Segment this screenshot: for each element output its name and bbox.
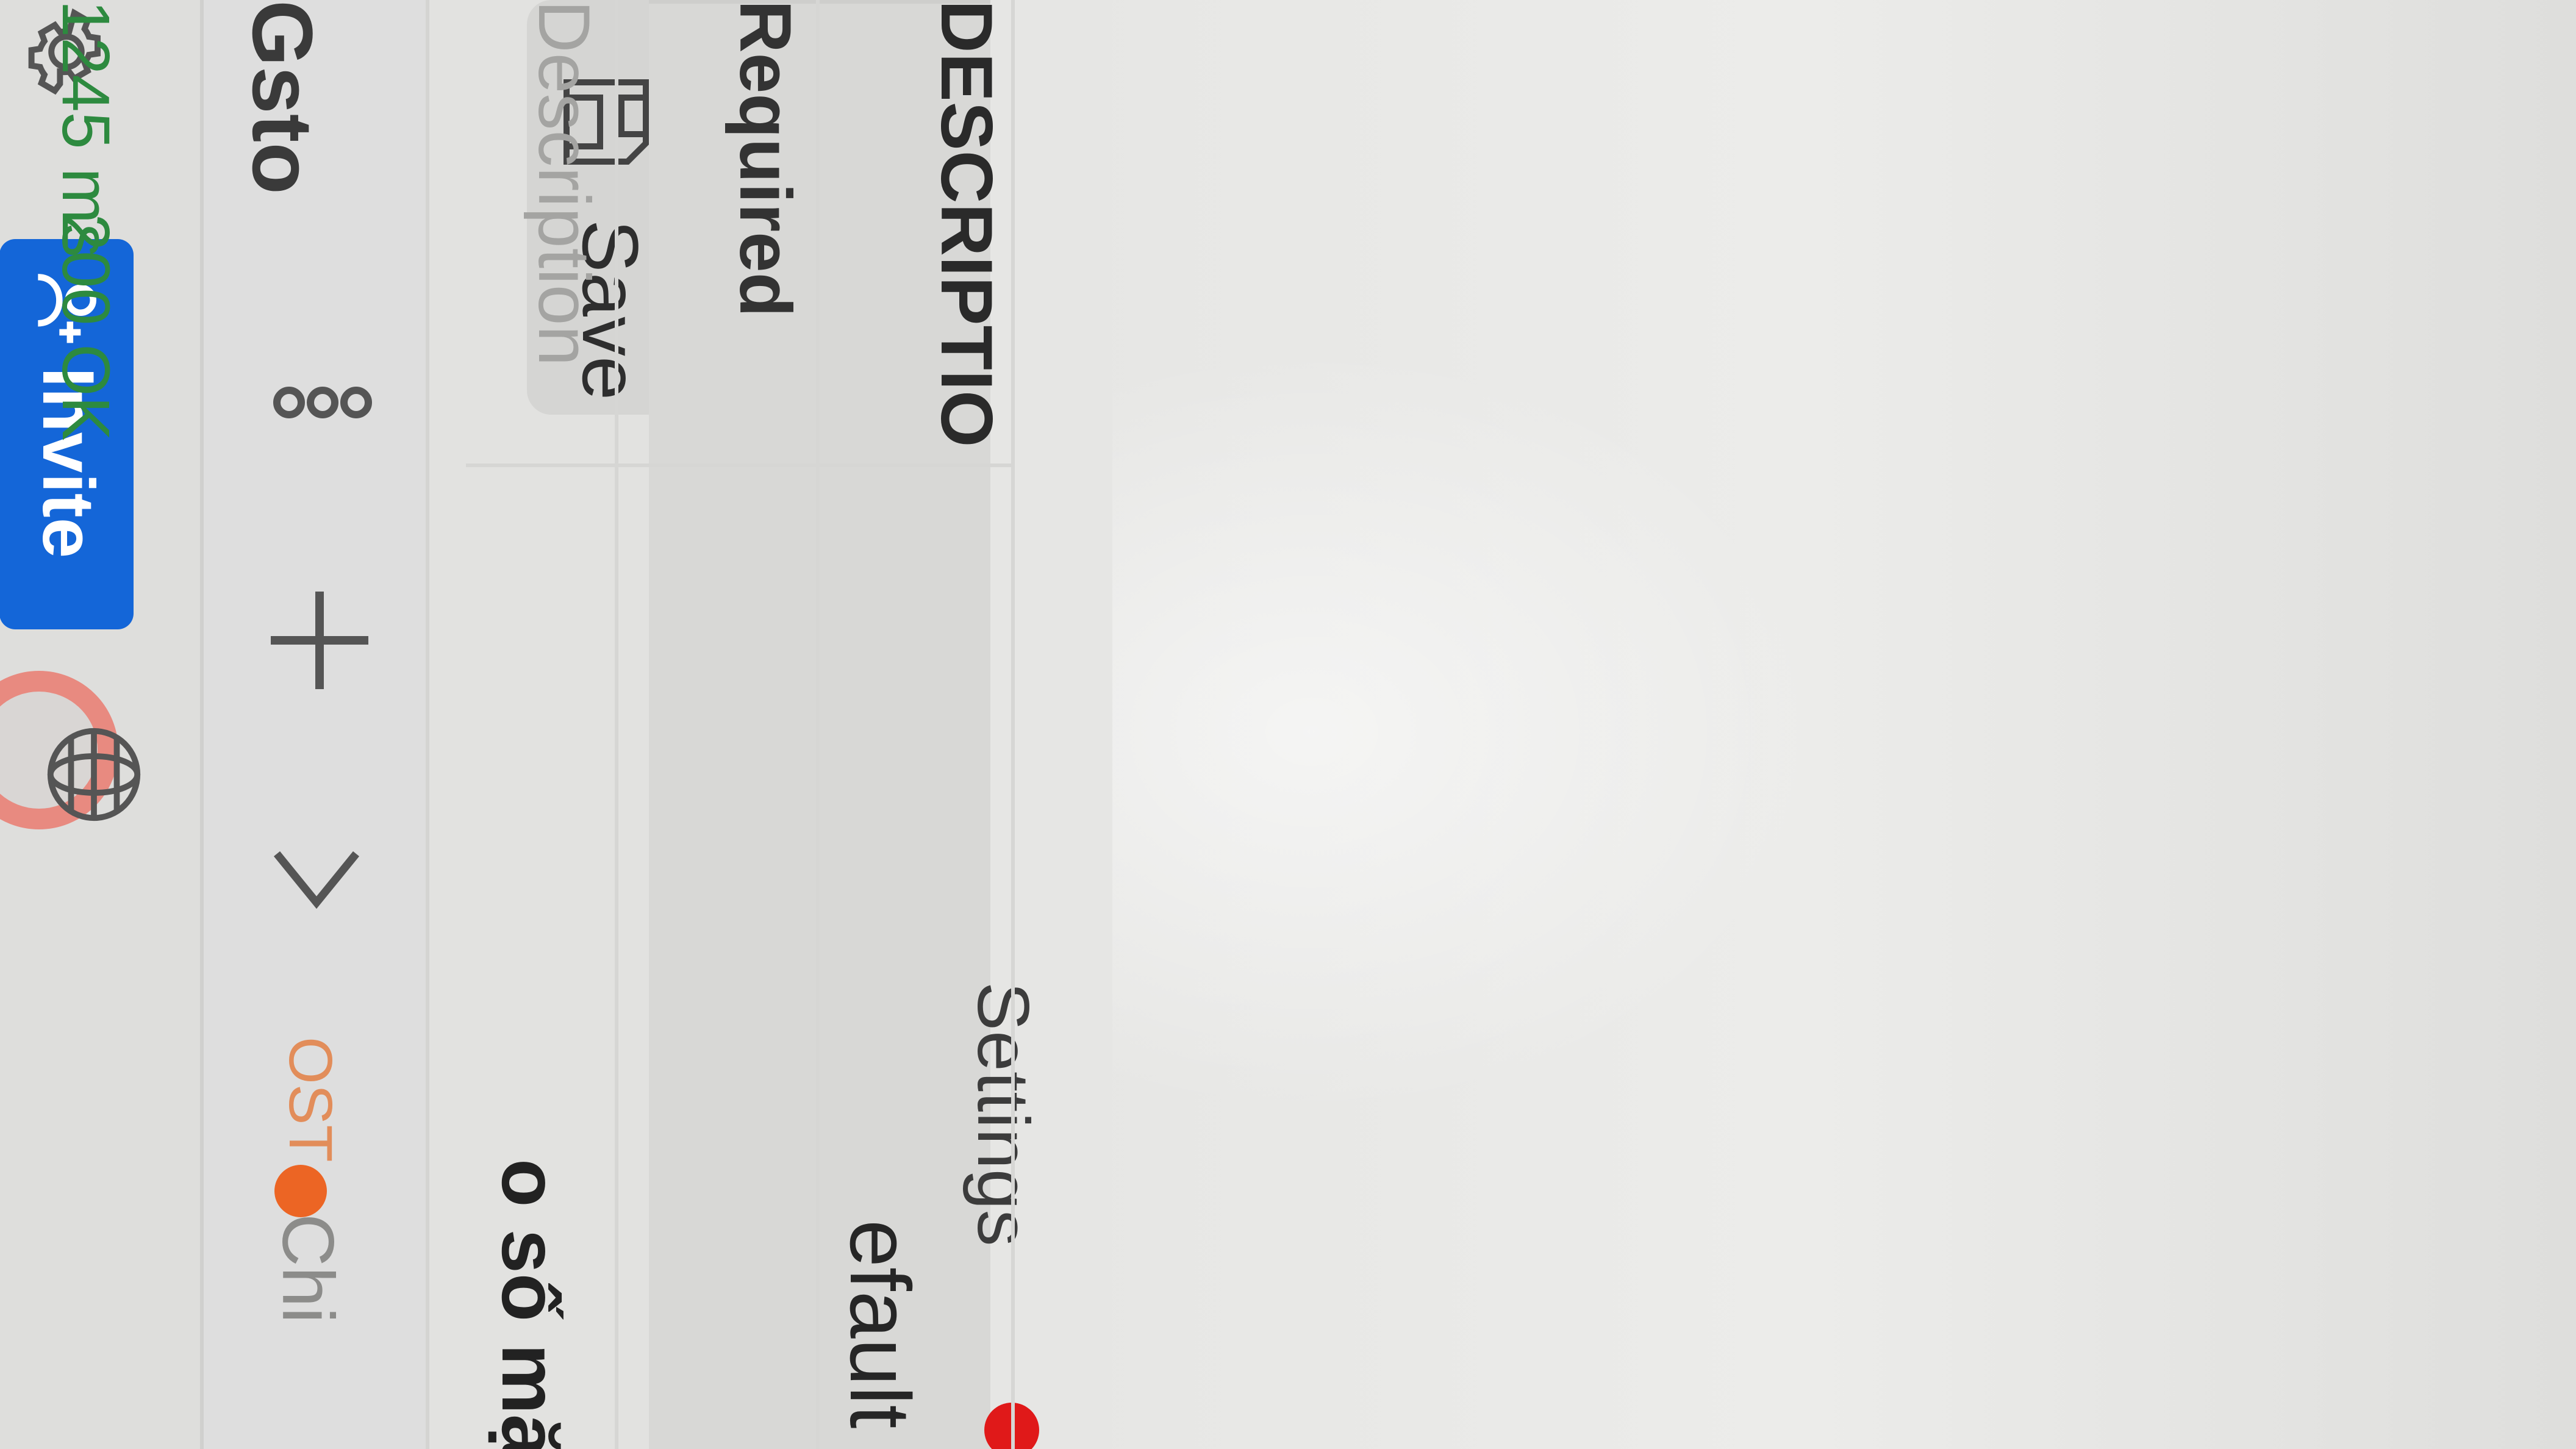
api-client-window: Invite Gsto Chi OST o số mặc ... Save ef…: [0, 0, 2576, 1449]
photo-background: Invite Gsto Chi OST o số mặc ... Save ef…: [0, 0, 2576, 1449]
settings-label: Settings: [962, 982, 1044, 1247]
request-title[interactable]: o số mặc ...: [472, 1159, 576, 1449]
tab-label: Chi: [267, 1214, 349, 1324]
column-header-description: DESCRIPTIO: [926, 0, 1007, 448]
table-divider: [816, 0, 820, 1449]
required-cell[interactable]: Required: [716, 0, 807, 439]
globe-icon[interactable]: [39, 720, 149, 829]
chevron-right-icon[interactable]: [265, 842, 368, 915]
tab-method: OST: [276, 1037, 345, 1162]
environment-select[interactable]: efault: [820, 1220, 929, 1449]
more-options-icon[interactable]: [271, 360, 374, 445]
environment-label[interactable]: Gsto: [234, 0, 332, 195]
unsaved-dot: [274, 1165, 327, 1217]
table-divider: [615, 0, 618, 1449]
description-input[interactable]: Description: [515, 0, 606, 439]
plus-icon[interactable]: [259, 592, 381, 689]
tab-settings[interactable]: Settings: [929, 957, 1051, 1384]
status-code: 200 OK: [48, 213, 123, 442]
table-divider: [466, 463, 1015, 467]
params-table: [1143, 0, 1814, 1449]
response-time: 1245 ms: [48, 0, 123, 257]
tab-active-request[interactable]: Chi OST: [246, 1006, 356, 1449]
table-divider: [1011, 0, 1015, 1449]
